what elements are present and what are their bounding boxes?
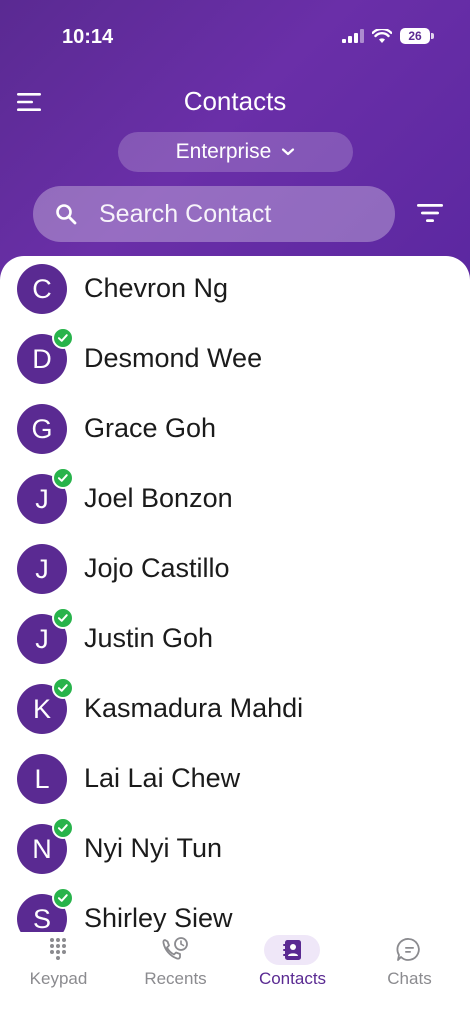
- contact-row[interactable]: C Chevron Ng: [0, 256, 470, 326]
- contact-row[interactable]: D Desmond Wee: [0, 326, 470, 396]
- contact-name: Justin Goh: [84, 623, 214, 653]
- contact-row[interactable]: G Grace Goh: [0, 396, 470, 466]
- online-status-icon: [52, 887, 74, 909]
- tab-label: Contacts: [258, 969, 327, 988]
- contact-name: Kasmadura Mahdi: [84, 693, 304, 723]
- wifi-icon: [372, 28, 392, 43]
- tab-chats[interactable]: Chats: [351, 932, 468, 1002]
- filter-icon[interactable]: [416, 201, 444, 225]
- contact-row[interactable]: N Nyi Nyi Tun: [0, 816, 470, 886]
- contact-row[interactable]: J Jojo Castillo: [0, 536, 470, 606]
- bottom-tab-bar: Keypad Recents Contacts Chats: [0, 932, 470, 1024]
- battery-indicator: 26: [400, 28, 434, 44]
- contact-name: Nyi Nyi Tun: [84, 833, 223, 863]
- tab-recents[interactable]: Recents: [117, 932, 234, 1002]
- online-status-icon: [52, 607, 74, 629]
- search-input[interactable]: Search Contact: [33, 186, 395, 242]
- contacts-icon: [283, 940, 301, 960]
- contact-row[interactable]: K Kasmadura Mahdi: [0, 676, 470, 746]
- contact-name: Desmond Wee: [84, 343, 263, 373]
- contact-name: Grace Goh: [84, 413, 217, 443]
- online-status-icon: [52, 677, 74, 699]
- search-placeholder: Search Contact: [99, 199, 272, 228]
- page-title: Contacts: [183, 86, 287, 116]
- status-icons: 26: [342, 28, 434, 44]
- tab-keypad[interactable]: Keypad: [0, 932, 117, 1002]
- contact-row[interactable]: S Shirley Siew: [0, 886, 470, 932]
- contact-row[interactable]: L Lai Lai Chew: [0, 746, 470, 816]
- contact-name: Lai Lai Chew: [84, 763, 241, 793]
- contact-name: Chevron Ng: [84, 273, 229, 303]
- contact-row[interactable]: J Joel Bonzon: [0, 466, 470, 536]
- tab-label: Keypad: [29, 969, 88, 988]
- search-icon: [56, 204, 77, 225]
- chats-icon: [396, 938, 420, 961]
- chevron-down-icon: [282, 148, 295, 156]
- status-bar: 10:14 26: [0, 0, 470, 70]
- status-time: 10:14: [62, 26, 114, 48]
- tab-label: Recents: [144, 969, 207, 988]
- directory-selector-dropdown[interactable]: Enterprise: [118, 132, 353, 172]
- contact-name: Joel Bonzon: [84, 483, 233, 513]
- recents-icon: [162, 937, 188, 960]
- cellular-signal-icon: [342, 29, 364, 43]
- contact-list: C Chevron Ng D Desmond Wee G Grace Goh J…: [0, 256, 470, 932]
- avatar: C: [17, 264, 67, 314]
- online-status-icon: [52, 467, 74, 489]
- tab-contacts[interactable]: Contacts: [234, 932, 351, 1002]
- tab-label: Chats: [387, 969, 432, 988]
- contact-row[interactable]: J Justin Goh: [0, 606, 470, 676]
- online-status-icon: [52, 817, 74, 839]
- contact-name: Jojo Castillo: [84, 553, 230, 583]
- avatar: J: [17, 544, 67, 594]
- online-status-icon: [52, 327, 74, 349]
- directory-selector-label: Enterprise: [175, 140, 272, 163]
- keypad-icon: [50, 938, 66, 960]
- avatar: L: [17, 754, 67, 804]
- avatar: G: [17, 404, 67, 454]
- contact-name: Shirley Siew: [84, 903, 233, 932]
